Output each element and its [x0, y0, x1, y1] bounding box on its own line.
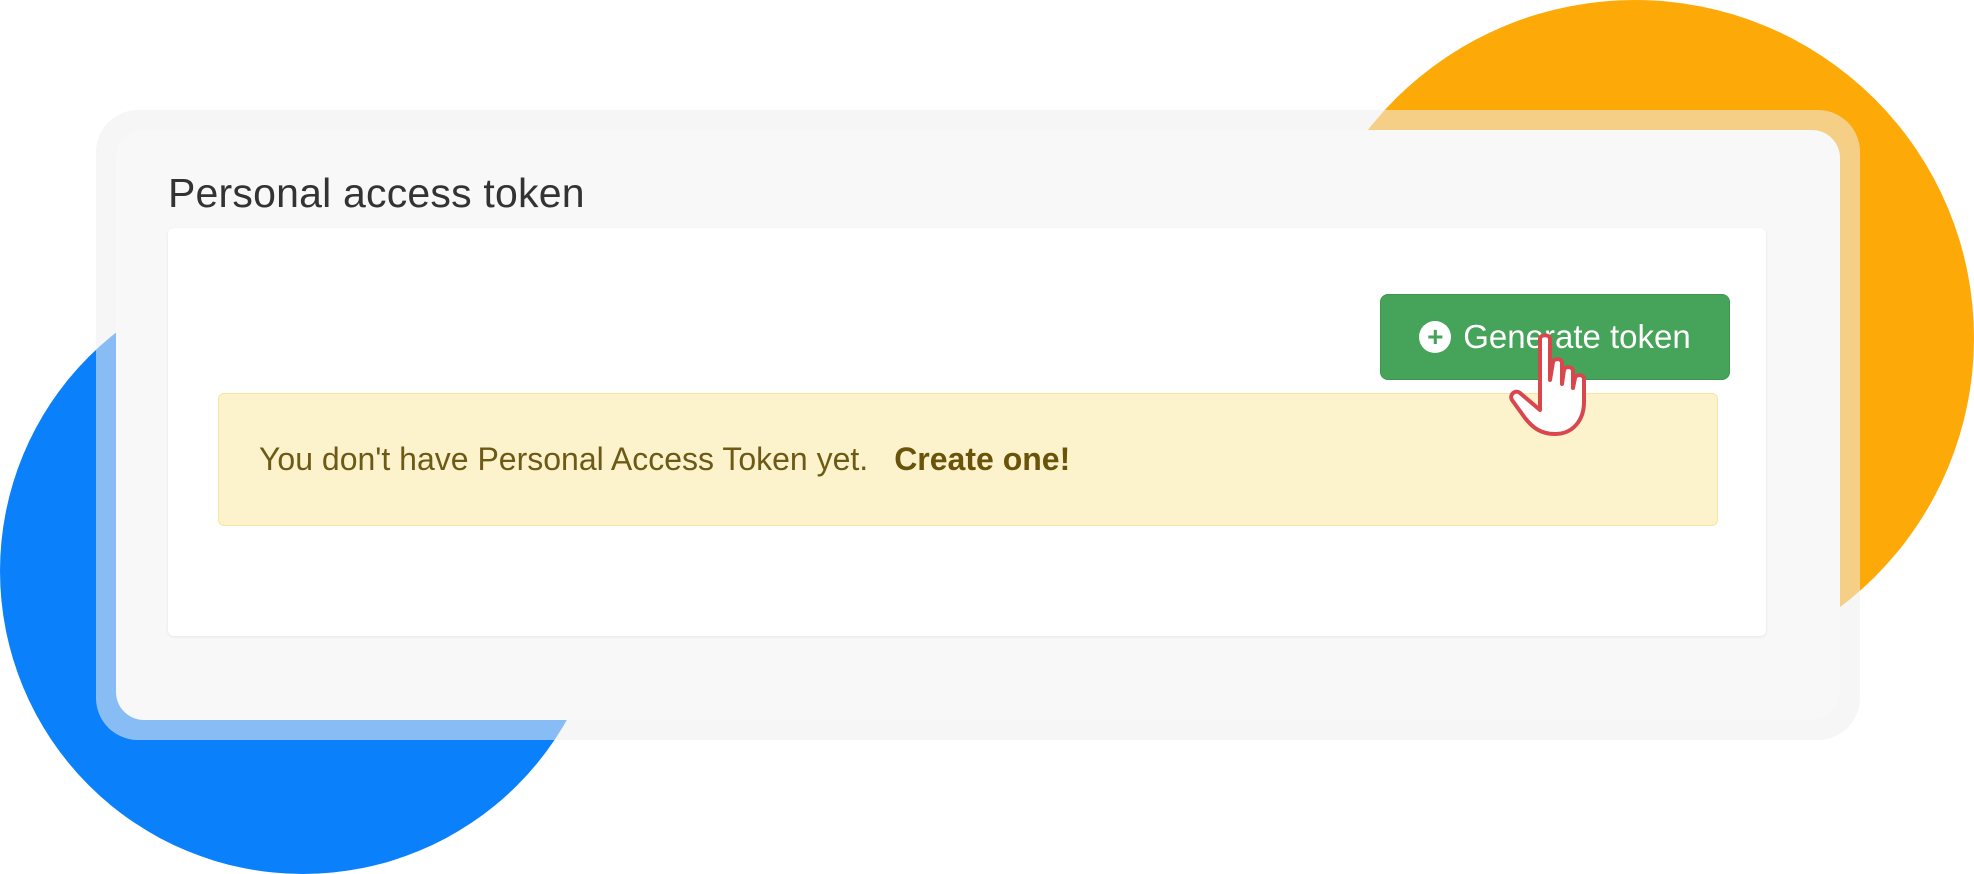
plus-circle-icon: + — [1419, 321, 1452, 353]
alert-message: You don't have Personal Access Token yet… — [259, 441, 869, 477]
page-title: Personal access token — [168, 170, 585, 216]
screenshot-frame: Personal access token + Generate token Y… — [96, 110, 1860, 740]
hand-pointer-icon — [1509, 333, 1586, 436]
create-one-link[interactable]: Create one! — [894, 441, 1070, 478]
no-token-alert: You don't have Personal Access Token yet… — [218, 393, 1718, 526]
